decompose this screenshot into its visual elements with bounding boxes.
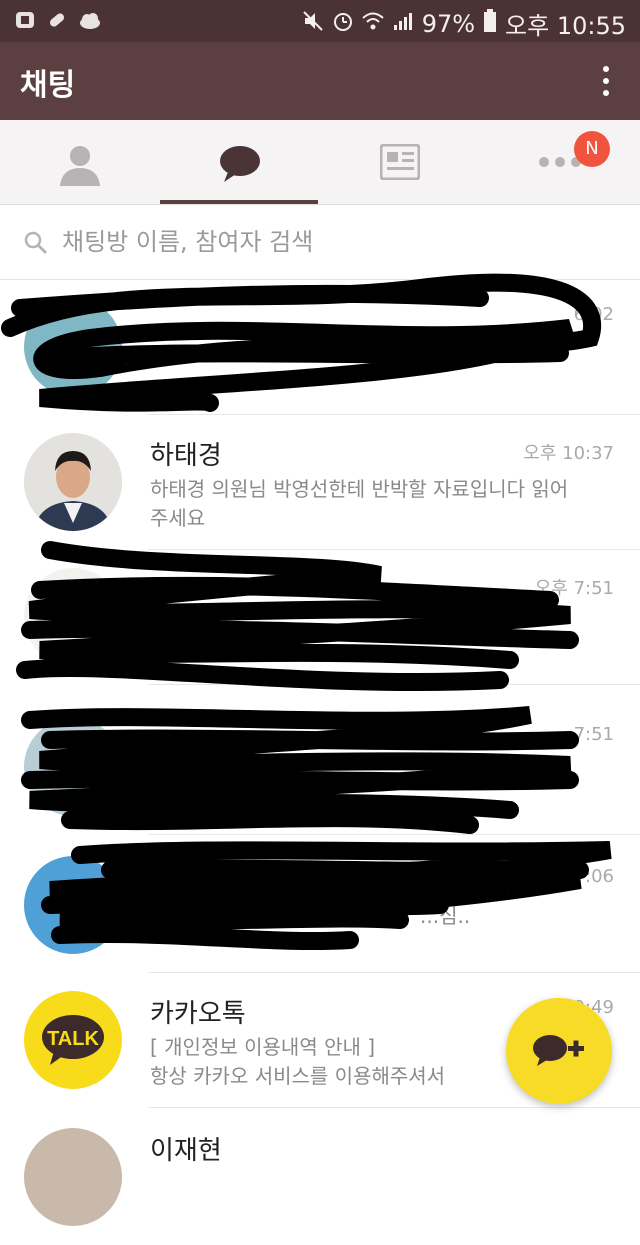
- chat-preview: ...심..: [420, 904, 471, 928]
- avatar: [24, 568, 122, 666]
- new-badge: N: [574, 131, 610, 167]
- chat-time: 6:02: [573, 304, 614, 325]
- person-icon: [60, 146, 100, 186]
- chat-list-item[interactable]: 6:02: [0, 280, 640, 415]
- search-bar: [0, 205, 640, 280]
- chat-time: 오후 7:06: [534, 866, 614, 887]
- chat-list-item[interactable]: 이재현: [0, 1110, 640, 1245]
- chat-list-item[interactable]: 하태경 오후 10:37 하태경 의원님 박영선한테 반박할 자료입니다 읽어주…: [0, 415, 640, 550]
- tab-channel[interactable]: [320, 120, 480, 204]
- mute-icon: [302, 10, 324, 38]
- chat-list-item[interactable]: 오후 7:06 ...심..: [0, 838, 640, 973]
- battery-percent: 97%: [421, 9, 476, 38]
- chat-name: 하태경: [150, 441, 222, 471]
- search-icon: [24, 231, 48, 255]
- chat-time: 7:51: [573, 724, 614, 745]
- app-bar: 채팅: [0, 42, 640, 120]
- status-bar: 97% 오후 10:55: [0, 0, 640, 42]
- kakaotalk-logo: TALK: [24, 991, 122, 1089]
- search-input[interactable]: [60, 221, 604, 263]
- selected-tab-indicator: [160, 200, 318, 204]
- tab-bar: [0, 120, 640, 205]
- new-chat-button[interactable]: [506, 998, 612, 1104]
- avatar: [24, 718, 122, 816]
- avatar: [24, 298, 122, 396]
- tab-friends[interactable]: [0, 120, 160, 204]
- more-vert-icon[interactable]: [602, 66, 610, 96]
- chat-time: 오후 7:51: [534, 578, 614, 599]
- avatar: [24, 1128, 122, 1226]
- chat-name: 카카오톡: [150, 999, 246, 1029]
- tab-more[interactable]: [480, 120, 640, 204]
- page-title: 채팅: [20, 68, 76, 103]
- chat-bubble-icon: [220, 146, 260, 182]
- app-notification-icon: [14, 9, 36, 31]
- chat-time: 오후 10:37: [523, 443, 614, 464]
- wifi-icon: [362, 10, 384, 38]
- talk-logo-text: TALK: [47, 1028, 99, 1050]
- avatar: [24, 856, 122, 954]
- tab-chats[interactable]: [160, 120, 320, 204]
- chat-preview: 하태경 의원님 박영선한테 반박할 자료입니다 읽어주세요: [150, 477, 569, 530]
- cloud-icon: [78, 9, 100, 31]
- add-chat-icon: [533, 1035, 584, 1066]
- chat-list-item[interactable]: 7:51: [0, 700, 640, 835]
- news-icon: [380, 144, 420, 180]
- clock: 오후 10:55: [505, 12, 626, 40]
- pill-icon: [46, 9, 68, 31]
- chat-name: 이재현: [150, 1136, 222, 1166]
- avatar: [24, 433, 122, 531]
- alarm-icon: [332, 10, 354, 38]
- chat-list-item[interactable]: 오후 7:51: [0, 550, 640, 685]
- signal-icon: [392, 10, 414, 38]
- battery-icon: [483, 8, 497, 39]
